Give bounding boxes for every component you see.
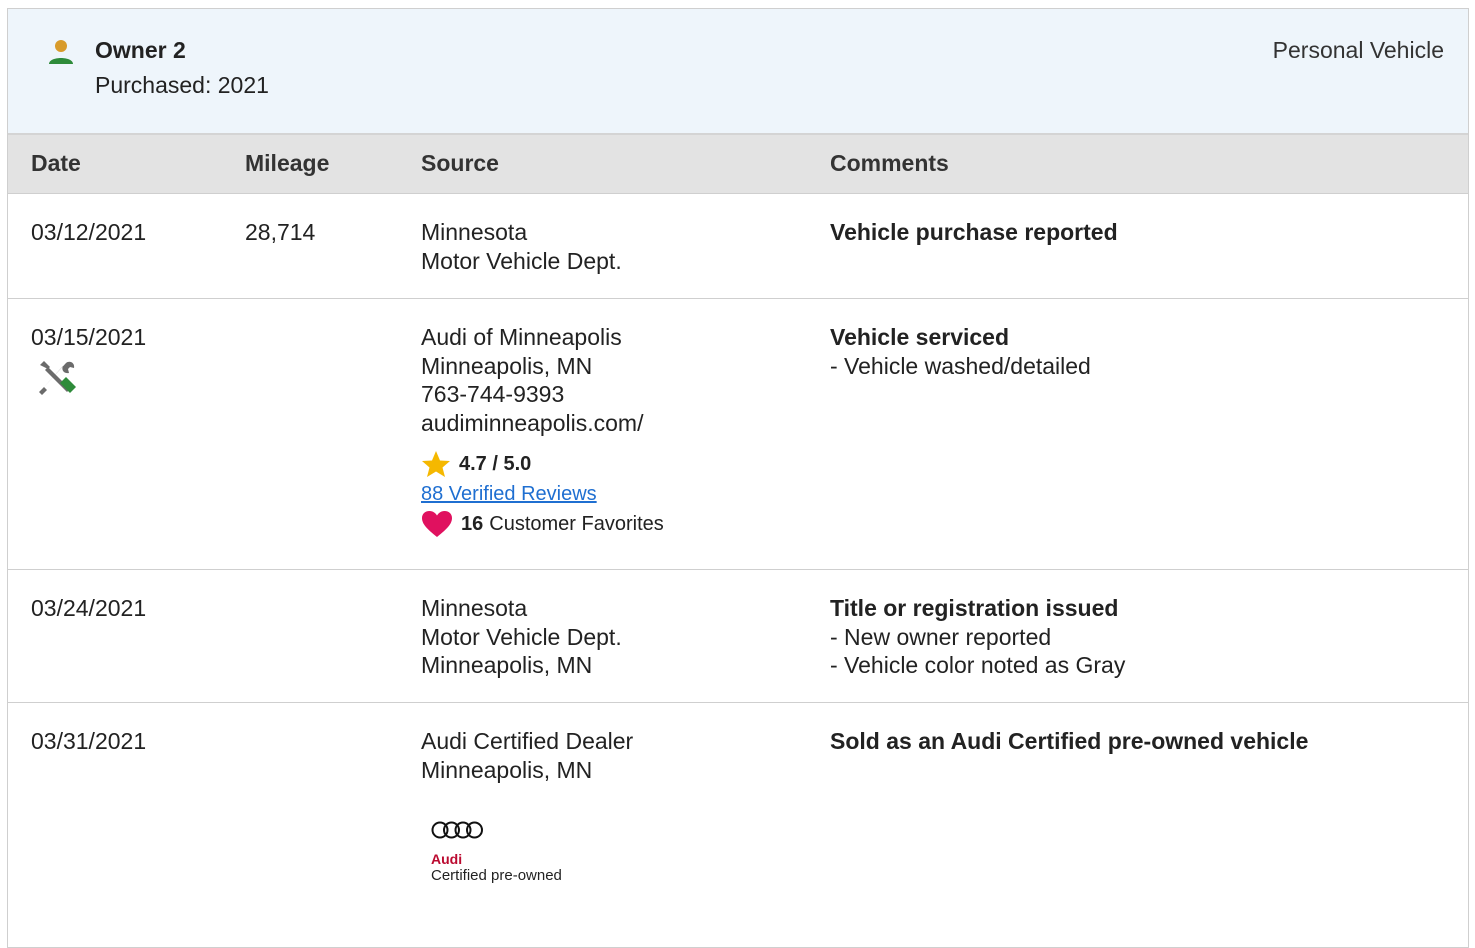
dealer-location: Minneapolis, MN [421, 352, 593, 379]
table-row: 03/12/2021 28,714 Minnesota Motor Vehicl… [8, 194, 1468, 299]
dealer-rating-block: 4.7 / 5.0 88 Verified Reviews 16 Custome… [421, 449, 664, 539]
comment-title: Vehicle purchase reported [830, 219, 1118, 245]
record-comments: Title or registration issued - New owner… [830, 594, 1125, 680]
heart-icon [422, 511, 452, 537]
table-row: 03/15/2021 Audi of Minneapolis Minneapol… [8, 299, 1468, 570]
audi-rings-icon [431, 821, 483, 839]
vehicle-type: Personal Vehicle [1272, 37, 1444, 63]
comment-detail: - Vehicle washed/detailed [830, 352, 1091, 379]
record-date: 03/24/2021 [31, 595, 147, 621]
source-line: Minnesota [421, 219, 528, 245]
comment-detail: - New owner reported [830, 623, 1052, 650]
source-line: Minnesota [421, 595, 528, 621]
record-source: Audi Certified Dealer Minneapolis, MN [421, 727, 633, 784]
record-source: Minnesota Motor Vehicle Dept. [421, 218, 622, 275]
source-line: Minneapolis, MN [421, 652, 593, 678]
header-source: Source [421, 150, 499, 176]
header-mileage: Mileage [245, 150, 330, 176]
comment-detail: - Vehicle color noted as Gray [830, 652, 1126, 678]
dealer-phone: 763-744-9393 [421, 381, 565, 407]
record-comments: Sold as an Audi Certified pre-owned vehi… [830, 727, 1308, 756]
favorites-row: 16 Customer Favorites [421, 509, 664, 539]
dealer-name: Audi of Minneapolis [421, 324, 622, 350]
source-line: Motor Vehicle Dept. [421, 247, 622, 274]
header-date: Date [31, 150, 81, 176]
source-line: Audi Certified Dealer [421, 728, 634, 754]
record-source: Minnesota Motor Vehicle Dept. Minneapoli… [421, 594, 622, 680]
comment-title: Sold as an Audi Certified pre-owned vehi… [830, 728, 1309, 754]
logo-brand: Audi [431, 851, 463, 867]
dealer-website: audiminneapolis.com/ [421, 409, 644, 436]
logo-caption: Certified pre-owned [431, 867, 562, 884]
star-icon [422, 451, 450, 477]
header-comments: Comments [830, 150, 949, 176]
owner-header: Owner 2 Purchased: 2021 Personal Vehicle [8, 9, 1468, 135]
record-date: 03/31/2021 [31, 728, 147, 754]
table-header: Date Mileage Source Comments [8, 135, 1468, 194]
owner-name: Owner 2 [95, 37, 186, 63]
table-row: 03/24/2021 Minnesota Motor Vehicle Dept.… [8, 570, 1468, 703]
record-date: 03/15/2021 [31, 324, 147, 350]
vehicle-history-card: Owner 2 Purchased: 2021 Personal Vehicle… [7, 8, 1469, 948]
comment-title: Vehicle serviced [830, 324, 1010, 350]
wrench-screwdriver-icon [39, 361, 76, 395]
source-line: Motor Vehicle Dept. [421, 623, 622, 650]
owner-purchased-year: Purchased: 2021 [95, 72, 269, 98]
rating-row: 4.7 / 5.0 [421, 449, 664, 479]
person-icon [49, 40, 73, 64]
favorites-count: 16 [461, 512, 484, 535]
comment-title: Title or registration issued [830, 595, 1119, 621]
table-row: 03/31/2021 Audi Certified Dealer Minneap… [8, 703, 1468, 943]
audi-cpo-logo: Audi Certified pre-owned [431, 819, 611, 889]
rating-value: 4.7 / 5.0 [459, 452, 532, 475]
verified-reviews-link[interactable]: 88 Verified Reviews [421, 479, 664, 509]
record-comments: Vehicle purchase reported [830, 218, 1118, 247]
record-mileage: 28,714 [245, 219, 316, 245]
favorites-label: Customer Favorites [489, 512, 664, 535]
source-line: Minneapolis, MN [421, 756, 593, 783]
record-comments: Vehicle serviced - Vehicle washed/detail… [830, 323, 1091, 380]
record-source: Audi of Minneapolis Minneapolis, MN 763-… [421, 323, 643, 437]
record-date: 03/12/2021 [31, 219, 147, 245]
